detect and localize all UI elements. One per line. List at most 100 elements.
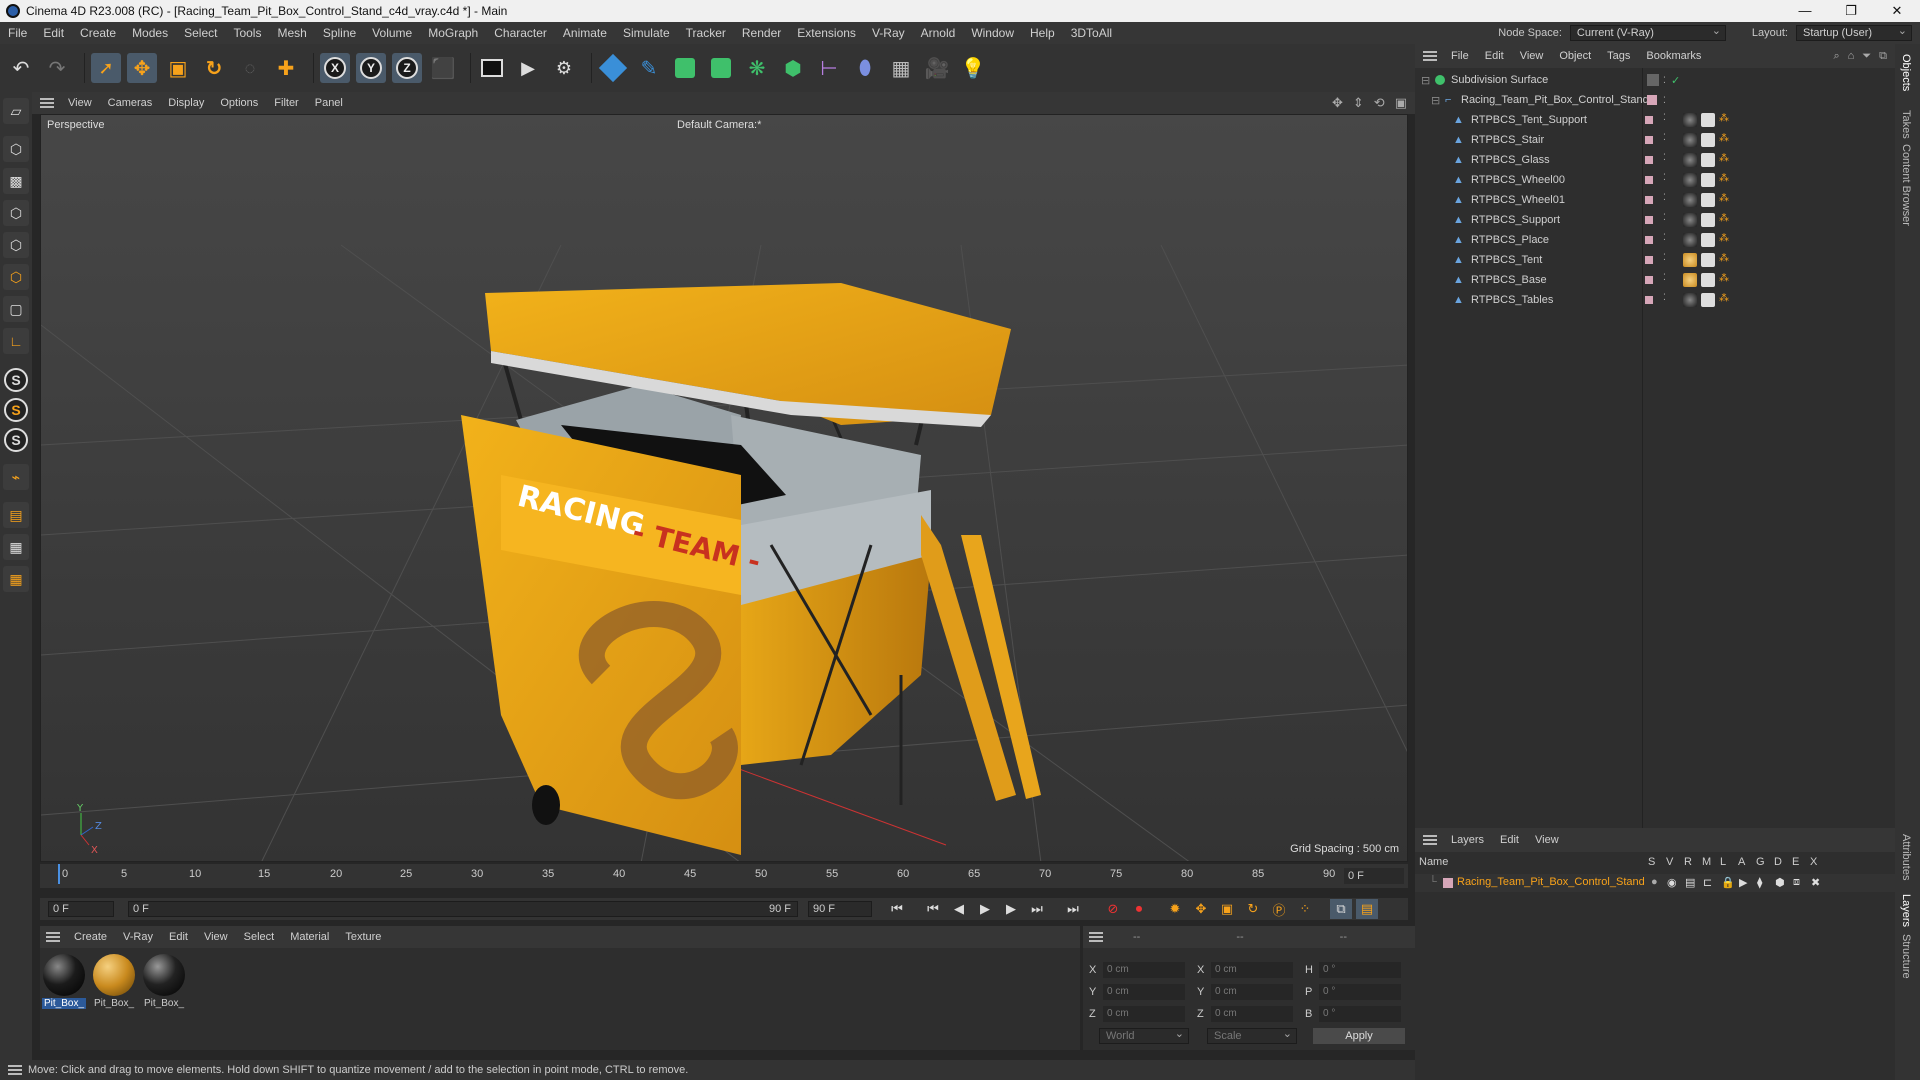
menu-window[interactable]: Window [963,26,1022,40]
xref-icon[interactable]: ✖ [1811,876,1820,889]
viewport-menu-options[interactable]: Options [212,97,266,109]
key-parameter-button[interactable]: Ⓟ [1268,899,1290,919]
grid-button[interactable]: ▦ [3,534,29,560]
visibility-dots-icon[interactable]: ⁚ [1663,293,1666,302]
om-menu-file[interactable]: File [1443,50,1477,62]
render-icon[interactable]: ▤ [1685,876,1695,889]
node-space-dropdown[interactable]: Current (V-Ray) [1569,24,1726,41]
goto-end-button[interactable]: ⏭ [1062,899,1084,919]
floor-button[interactable]: ▦ [886,53,916,83]
lock-icon[interactable]: 🔒 [1721,876,1735,889]
menu-extensions[interactable]: Extensions [789,26,864,40]
material-tag-icon[interactable] [1683,233,1697,247]
axis-mode-button[interactable]: ∟ [3,328,29,354]
coordinate-system-button[interactable]: ⬛ [428,53,458,83]
material-swatch[interactable]: Pit_Box_ [142,954,186,1009]
menu-vray[interactable]: V-Ray [864,26,913,40]
edges-mode-button[interactable]: ⬡ [3,232,29,258]
key-pla-button[interactable]: ⁘ [1294,899,1316,919]
material-tag-icon[interactable] [1683,273,1697,287]
uv-tag-icon[interactable] [1701,253,1715,267]
material-menu-material[interactable]: Material [282,931,337,943]
layers-menu-edit[interactable]: Edit [1492,834,1527,846]
play-button[interactable]: ▶ [974,899,996,919]
cloner-button[interactable]: ❋ [742,53,772,83]
material-tag-icon[interactable] [1683,193,1697,207]
maximize-view-icon[interactable]: ▣ [1395,95,1407,111]
camera-button[interactable]: 🎥 [922,53,952,83]
position-x-field[interactable]: 0 cm [1103,962,1185,978]
menu-mograph[interactable]: MoGraph [420,26,486,40]
uv-tag-icon[interactable] [1701,173,1715,187]
menu-select[interactable]: Select [176,26,225,40]
material-menu-view[interactable]: View [196,931,236,943]
visibility-dots-icon[interactable]: ⁚ [1663,173,1666,182]
material-tag-icon[interactable] [1683,213,1697,227]
viewport-menu-display[interactable]: Display [160,97,212,109]
object-row[interactable]: ⊟ Subdivision Surface ⁚ ✓ [1415,70,1895,90]
material-tag-icon[interactable] [1683,133,1697,147]
apply-button[interactable]: Apply [1313,1028,1405,1044]
material-swatch[interactable]: Pit_Box_ [92,954,136,1009]
animation-icon[interactable]: ▶ [1739,876,1747,889]
current-frame-field[interactable]: 0 F [1344,868,1404,884]
menu-edit[interactable]: Edit [35,26,72,40]
om-menu-view[interactable]: View [1512,50,1552,62]
world-move-button[interactable]: ✚ [271,53,301,83]
object-row[interactable]: ▲ RTPBCS_Stair ⁚ ⁂ [1415,130,1895,150]
object-row[interactable]: ▲ RTPBCS_Place ⁚ ⁂ [1415,230,1895,250]
key-scale-button[interactable]: ▣ [1216,899,1238,919]
visibility-dots-icon[interactable]: ⁚ [1663,95,1666,106]
menu-file[interactable]: File [0,26,35,40]
visibility-dots-icon[interactable]: ⁚ [1663,75,1666,86]
solo-icon[interactable]: ● [1651,876,1658,888]
timeline-button[interactable]: ⧉ [1330,899,1352,919]
viewport-menu-view[interactable]: View [60,97,100,109]
material-menu-edit[interactable]: Edit [161,931,196,943]
visibility-dots-icon[interactable]: ⁚ [1663,273,1666,282]
material-swatch[interactable]: Pit_Box_ [42,954,86,1009]
keyframe-selection-button[interactable]: ✹ [1164,899,1186,919]
layers-menu-view[interactable]: View [1527,834,1567,846]
cube-primitive-button[interactable] [598,53,628,83]
hamburger-icon[interactable] [1089,932,1103,942]
tab-attributes[interactable]: Attributes [1900,834,1912,880]
move-tool-button[interactable]: ✥ [127,53,157,83]
maximize-button[interactable]: ❐ [1828,0,1874,22]
make-editable-button[interactable]: ▱ [3,98,29,124]
new-window-icon[interactable]: ⧉ [1879,50,1887,63]
workplane-button[interactable]: ▤ [3,502,29,528]
redo-button[interactable]: ↷ [42,53,72,83]
viewport-menu-panel[interactable]: Panel [307,97,351,109]
end-frame-field[interactable]: 90 F [808,901,872,917]
snap-button-1[interactable]: S [4,368,28,392]
magnet-button[interactable]: ⌁ [3,464,29,490]
object-row[interactable]: ▲ RTPBCS_Tables ⁚ ⁂ [1415,290,1895,310]
tab-takes[interactable]: Takes [1900,110,1912,139]
playhead[interactable] [58,864,60,884]
om-menu-object[interactable]: Object [1551,50,1599,62]
extrude-button[interactable] [706,53,736,83]
prev-frame-button[interactable]: ◀ [948,899,970,919]
timeline[interactable]: 0 5 10 15 20 25 30 35 40 45 50 55 60 65 … [40,864,1408,888]
lock-x-axis-button[interactable]: X [320,53,350,83]
layer-row[interactable]: └ Racing_Team_Pit_Box_Control_Stand ● ◉ … [1415,874,1895,892]
phong-tag-icon[interactable]: ⁂ [1719,233,1733,247]
subdivision-button[interactable] [670,53,700,83]
tab-layers[interactable]: Layers [1900,894,1912,927]
filter-icon[interactable]: ⏷ [1862,50,1871,63]
search-icon[interactable]: ⌕ [1834,50,1840,63]
home-icon[interactable]: ⌂ [1848,50,1855,63]
hamburger-icon[interactable] [40,98,54,108]
render-settings-button[interactable]: ⚙ [549,53,579,83]
phong-tag-icon[interactable]: ⁂ [1719,293,1733,307]
layout-button[interactable]: ▤ [1356,899,1378,919]
tab-structure[interactable]: Structure [1900,934,1912,979]
hamburger-icon[interactable] [1423,51,1437,61]
object-row[interactable]: ▲ RTPBCS_Wheel00 ⁚ ⁂ [1415,170,1895,190]
object-row[interactable]: ⊟ ⌐ Racing_Team_Pit_Box_Control_Stand ⁚ [1415,90,1895,110]
menu-modes[interactable]: Modes [124,26,176,40]
recent-tool-button[interactable]: ◌ [235,53,265,83]
next-key-button[interactable]: ⏭ [1026,899,1048,919]
dolly-view-icon[interactable]: ⇕ [1353,95,1364,111]
